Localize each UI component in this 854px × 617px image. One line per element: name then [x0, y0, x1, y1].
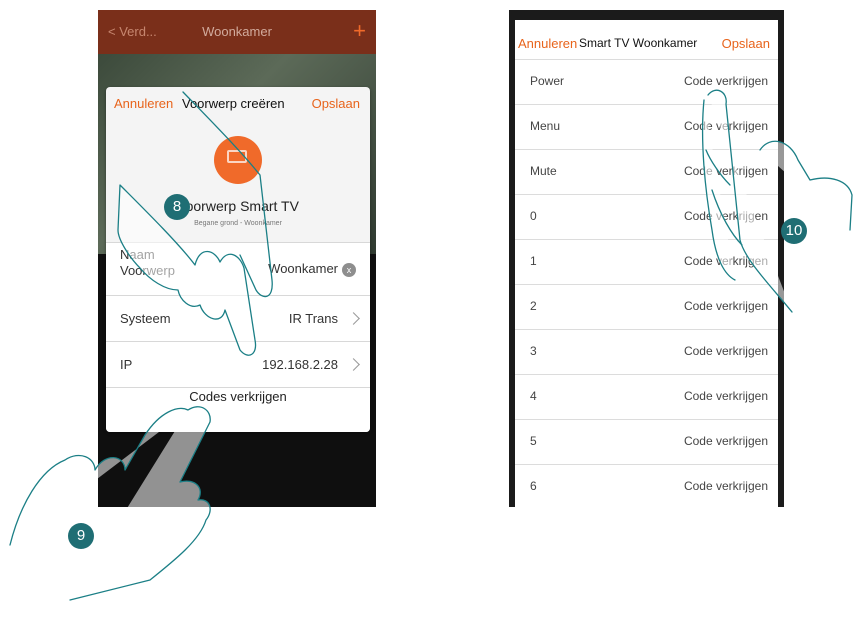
hand-icon: [701, 89, 853, 313]
step-badge: 10: [781, 218, 807, 244]
hand-icon: [9, 406, 211, 601]
step-badge: 8: [164, 194, 190, 220]
hand-illustrations: [9, 89, 853, 601]
step-badge: 9: [68, 523, 94, 549]
